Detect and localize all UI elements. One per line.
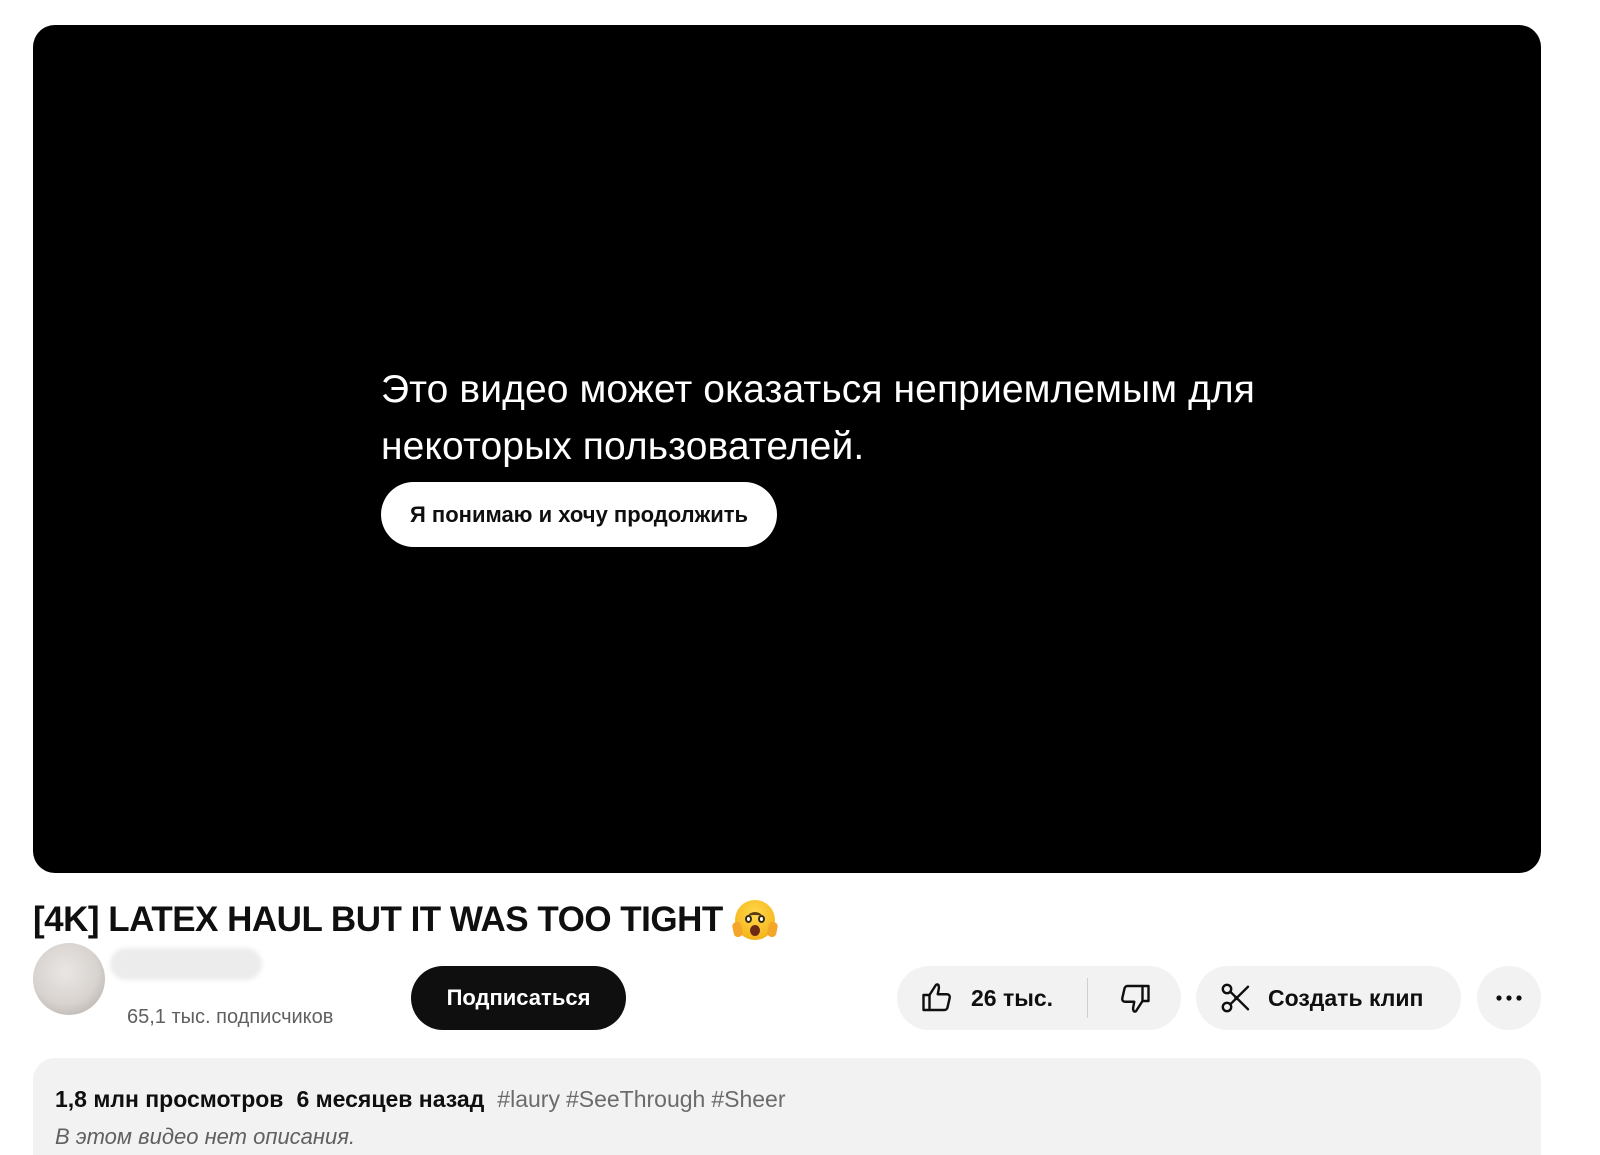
video-title-text: [4K] LATEX HAUL BUT IT WAS TOO TIGHT — [33, 900, 723, 939]
create-clip-button[interactable]: Создать клип — [1196, 966, 1461, 1030]
no-description-text: В этом видео нет описания. — [55, 1124, 356, 1149]
description-box[interactable]: 1,8 млн просмотров 6 месяцев назад #laur… — [33, 1058, 1541, 1155]
more-horizontal-icon — [1496, 995, 1522, 1001]
subscriber-count: 65,1 тыс. подписчиков — [127, 1006, 334, 1028]
dislike-button[interactable] — [1088, 966, 1181, 1030]
view-count: 1,8 млн просмотров — [55, 1086, 284, 1112]
scissors-icon — [1221, 983, 1250, 1013]
hashtag-link[interactable]: #Sheer — [711, 1086, 785, 1113]
video-player[interactable]: Это видео может оказаться неприемлемым д… — [33, 25, 1541, 873]
continue-button[interactable]: Я понимаю и хочу продолжить — [381, 482, 778, 547]
content-warning-text: Это видео может оказаться неприемлемым д… — [381, 368, 1256, 468]
hashtag-link[interactable]: #laury — [497, 1086, 560, 1113]
description-meta: 1,8 млн просмотров 6 месяцев назад #laur… — [55, 1086, 1519, 1113]
create-clip-label: Создать клип — [1268, 984, 1424, 1011]
thumbs-down-icon — [1120, 984, 1150, 1013]
channel-name-redacted[interactable] — [110, 948, 262, 980]
content-warning: Это видео может оказаться неприемлемым д… — [381, 361, 1401, 547]
like-dislike-group: 26 тыс. — [897, 966, 1181, 1030]
thumbs-up-icon — [922, 983, 951, 1012]
more-actions-button[interactable] — [1477, 966, 1541, 1030]
publish-date: 6 месяцев назад — [296, 1086, 485, 1112]
video-title: [4K] LATEX HAUL BUT IT WAS TOO TIGHT — [33, 895, 779, 945]
subscribe-button[interactable]: Подписаться — [411, 966, 626, 1030]
watch-page: Это видео может оказаться неприемлемым д… — [0, 0, 1600, 1155]
face-screaming-emoji-icon — [731, 900, 779, 940]
like-button[interactable]: 26 тыс. — [897, 966, 1087, 1030]
like-count: 26 тыс. — [971, 984, 1054, 1011]
channel-avatar[interactable] — [33, 943, 105, 1015]
hashtag-link[interactable]: #SeeThrough — [566, 1086, 705, 1113]
